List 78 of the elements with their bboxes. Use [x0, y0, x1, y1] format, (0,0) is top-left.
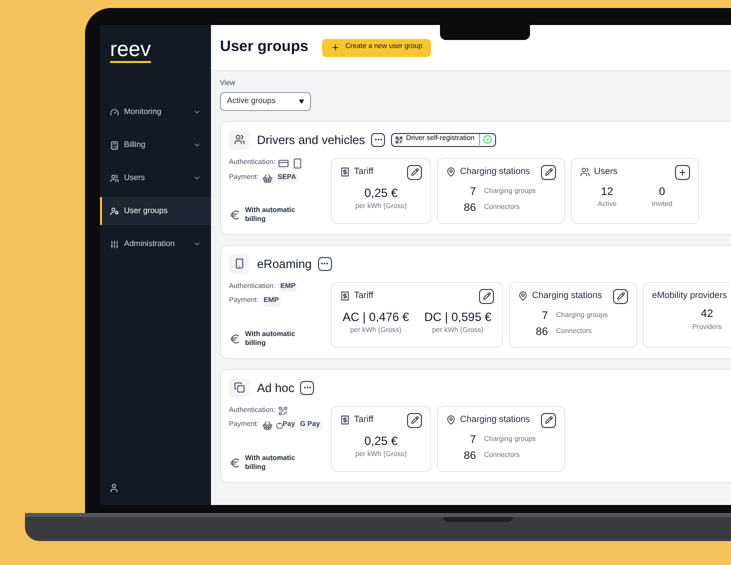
edit-button[interactable]: [479, 288, 494, 304]
count-value: 7: [468, 184, 476, 200]
pencil-icon: [410, 416, 418, 424]
nav-item[interactable]: Users: [100, 164, 211, 192]
logo: reev: [110, 39, 151, 63]
edit-button[interactable]: [541, 164, 556, 180]
calculator-icon: [110, 140, 119, 150]
euro-icon: [229, 208, 241, 220]
euro-icon: [229, 332, 241, 344]
group-name: eRoaming: [257, 256, 312, 272]
more-button[interactable]: [318, 256, 332, 270]
phone-icon: [234, 258, 244, 269]
count-value: 42: [700, 307, 714, 322]
qr-code-icon: [278, 406, 288, 416]
panel-title: Charging stations: [460, 165, 530, 178]
panel-title: Tariff: [354, 289, 374, 302]
group-name: Drivers and vehicles: [257, 132, 366, 148]
users-icon: [580, 167, 590, 177]
group-name: Ad hoc: [257, 380, 294, 396]
price: DC | 0,595 €: [424, 308, 492, 326]
edit-button[interactable]: [407, 412, 422, 428]
pencil-icon: [616, 292, 624, 300]
receipt-icon: [340, 167, 350, 177]
sliders-icon: [110, 240, 119, 248]
nav-item[interactable]: Billing: [100, 131, 211, 159]
add-button[interactable]: [675, 164, 690, 180]
user-gear-icon: [110, 206, 119, 216]
caret-icon: [299, 98, 304, 104]
count-value: 0: [659, 184, 666, 200]
basket-icon: [262, 420, 273, 431]
view-dropdown[interactable]: Active groups: [220, 92, 311, 110]
pencil-icon: [410, 168, 418, 176]
panel-title: Charging stations: [460, 413, 530, 426]
nav-item[interactable]: User groups: [100, 197, 211, 225]
count-value: 12: [600, 184, 614, 200]
count-value: 86: [462, 449, 476, 464]
map-pin-icon: [446, 415, 456, 425]
pencil-icon: [544, 416, 552, 424]
page-title: User groups: [220, 37, 308, 58]
plus-icon: [678, 168, 687, 176]
pencil-icon: [544, 168, 552, 176]
edit-button[interactable]: [407, 164, 422, 180]
nav-item[interactable]: Administration: [100, 230, 211, 258]
price: 0,25 €: [364, 432, 398, 450]
map-pin-icon: [518, 291, 528, 301]
qr-code-icon: [395, 136, 404, 144]
panel-title: Users: [594, 165, 618, 178]
more-button[interactable]: [300, 380, 314, 394]
panel-title: Tariff: [354, 413, 374, 426]
card-icon: [278, 158, 290, 168]
panel-title: eMobility providers: [652, 288, 728, 302]
receipt-icon: [340, 291, 350, 301]
price: AC | 0,476 €: [342, 308, 410, 326]
copy-icon: [234, 382, 244, 393]
receipt-icon: [340, 415, 350, 425]
plus-icon: [331, 43, 340, 52]
edit-button[interactable]: [541, 412, 556, 428]
more-button[interactable]: [371, 132, 386, 146]
count-value: 7: [540, 308, 548, 324]
count-value: 86: [462, 201, 476, 216]
user-icon: [109, 483, 119, 493]
panel-title: Charging stations: [532, 289, 602, 302]
count-value: 86: [534, 325, 548, 340]
basket-icon: [262, 172, 273, 184]
users-icon: [110, 174, 119, 182]
edit-button[interactable]: [613, 288, 628, 304]
nav-item[interactable]: Monitoring: [100, 98, 211, 126]
users-icon: [234, 134, 244, 145]
phone-icon: [292, 158, 304, 168]
apple-icon: [276, 422, 283, 429]
panel-title: Tariff: [354, 165, 374, 178]
gauge-icon: [110, 108, 119, 116]
map-pin-icon: [446, 167, 456, 177]
laptop-hinge-notch: [443, 517, 513, 522]
euro-icon: [229, 456, 241, 468]
pencil-icon: [482, 292, 490, 300]
price: 0,25 €: [364, 184, 398, 202]
count-value: 7: [468, 432, 476, 448]
